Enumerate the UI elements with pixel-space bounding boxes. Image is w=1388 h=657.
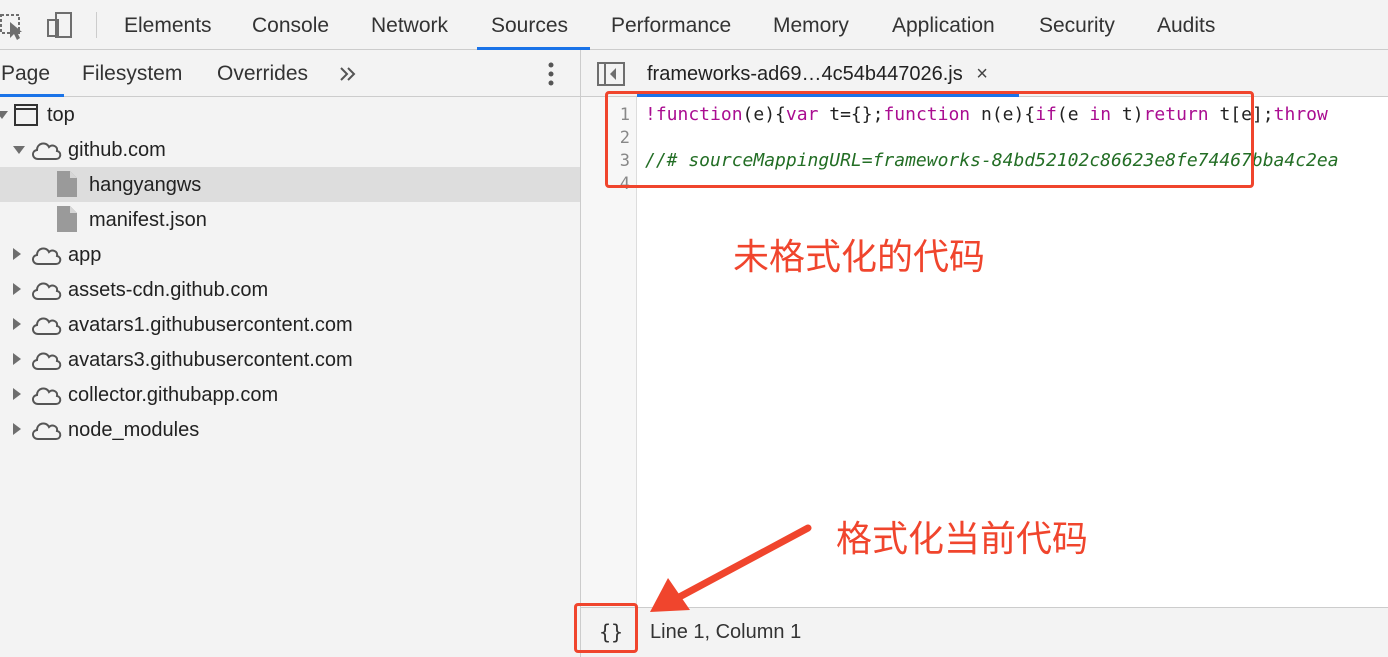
tab-filesystem[interactable]: Filesystem: [82, 50, 182, 96]
tab-security[interactable]: Security: [1039, 0, 1115, 49]
tree-node-label: avatars1.githubusercontent.com: [68, 314, 353, 336]
collapsed-arrow-icon[interactable]: [13, 388, 21, 400]
tree-node-label: node_modules: [68, 419, 200, 441]
file-icon: [57, 171, 77, 197]
tree-node-app[interactable]: app: [0, 237, 580, 272]
tree-node-label: app: [68, 244, 102, 266]
tab-overrides[interactable]: Overrides: [217, 50, 308, 96]
more-tabs-icon[interactable]: [338, 65, 358, 83]
tab-audits[interactable]: Audits: [1157, 0, 1215, 49]
tab-sources[interactable]: Sources: [476, 0, 591, 50]
tree-node-avatars1-githubusercontent-com[interactable]: avatars1.githubusercontent.com: [0, 307, 580, 342]
tree-node-label: assets-cdn.github.com: [68, 279, 269, 301]
annotation-unformatted-label: 未格式化的代码: [733, 237, 986, 278]
tab-page[interactable]: Page: [0, 50, 65, 97]
tree-node-avatars3-githubusercontent-com[interactable]: avatars3.githubusercontent.com: [0, 342, 580, 377]
device-toolbar-icon[interactable]: [46, 10, 74, 40]
tree-node-label: hangyangws: [89, 174, 202, 196]
tab-elements[interactable]: Elements: [124, 0, 212, 49]
tree-node-label: github.com: [68, 139, 166, 161]
file-tab-label: frameworks-ad69…4c54b447026.js: [647, 63, 963, 85]
tab-performance[interactable]: Performance: [611, 0, 731, 49]
collapsed-arrow-icon[interactable]: [13, 283, 21, 295]
tree-node-label: top: [47, 104, 75, 126]
cloud-icon: [32, 282, 62, 300]
tree-node-node-modules[interactable]: node_modules: [0, 412, 580, 447]
tree-node-hangyangws[interactable]: hangyangws: [0, 167, 580, 202]
close-tab-icon[interactable]: ×: [976, 63, 988, 85]
annotation-code-highlight: [605, 91, 1254, 188]
cloud-icon: [32, 317, 62, 335]
cloud-icon: [32, 142, 62, 160]
tab-memory[interactable]: Memory: [773, 0, 849, 49]
file-tab[interactable]: frameworks-ad69…4c54b447026.js ×: [647, 50, 988, 96]
annotation-arrow-icon: [650, 524, 812, 612]
navigator-tabs: Page Filesystem Overrides: [0, 50, 580, 97]
collapsed-arrow-icon[interactable]: [13, 353, 21, 365]
expanded-arrow-icon[interactable]: [0, 111, 8, 119]
more-options-icon[interactable]: [546, 61, 556, 87]
cloud-icon: [32, 247, 62, 265]
expanded-arrow-icon[interactable]: [13, 146, 25, 154]
tab-console[interactable]: Console: [252, 0, 329, 49]
tree-node-collector-githubapp-com[interactable]: collector.githubapp.com: [0, 377, 580, 412]
tab-network[interactable]: Network: [371, 0, 448, 49]
sources-navigator: Page Filesystem Overrides top github.com h…: [0, 50, 581, 657]
tree-node-manifest-json[interactable]: manifest.json: [0, 202, 580, 237]
editor-tabs: frameworks-ad69…4c54b447026.js ×: [581, 50, 1388, 97]
tree-node-assets-cdn-github-com[interactable]: assets-cdn.github.com: [0, 272, 580, 307]
toggle-navigator-icon[interactable]: [597, 62, 625, 86]
annotation-button-highlight: [574, 603, 638, 653]
tree-node-label: avatars3.githubusercontent.com: [68, 349, 353, 371]
cloud-icon: [32, 352, 62, 370]
tree-node-top[interactable]: top: [0, 97, 580, 132]
tree-node-label: manifest.json: [89, 209, 207, 231]
tree-node-label: collector.githubapp.com: [68, 384, 279, 406]
tab-application[interactable]: Application: [892, 0, 995, 49]
frame-icon: [14, 104, 38, 126]
cloud-icon: [32, 422, 62, 440]
collapsed-arrow-icon[interactable]: [13, 318, 21, 330]
collapsed-arrow-icon[interactable]: [13, 248, 21, 260]
inspect-element-icon[interactable]: [0, 10, 28, 40]
annotation-format-label: 格式化当前代码: [836, 519, 1089, 560]
file-icon: [57, 206, 77, 232]
collapsed-arrow-icon[interactable]: [13, 423, 21, 435]
devtools-main-toolbar: Elements Console Network Sources Performance…: [0, 0, 1388, 50]
toolbar-divider: [96, 12, 97, 38]
cloud-icon: [32, 387, 62, 405]
tree-node-github-com[interactable]: github.com: [0, 132, 580, 167]
